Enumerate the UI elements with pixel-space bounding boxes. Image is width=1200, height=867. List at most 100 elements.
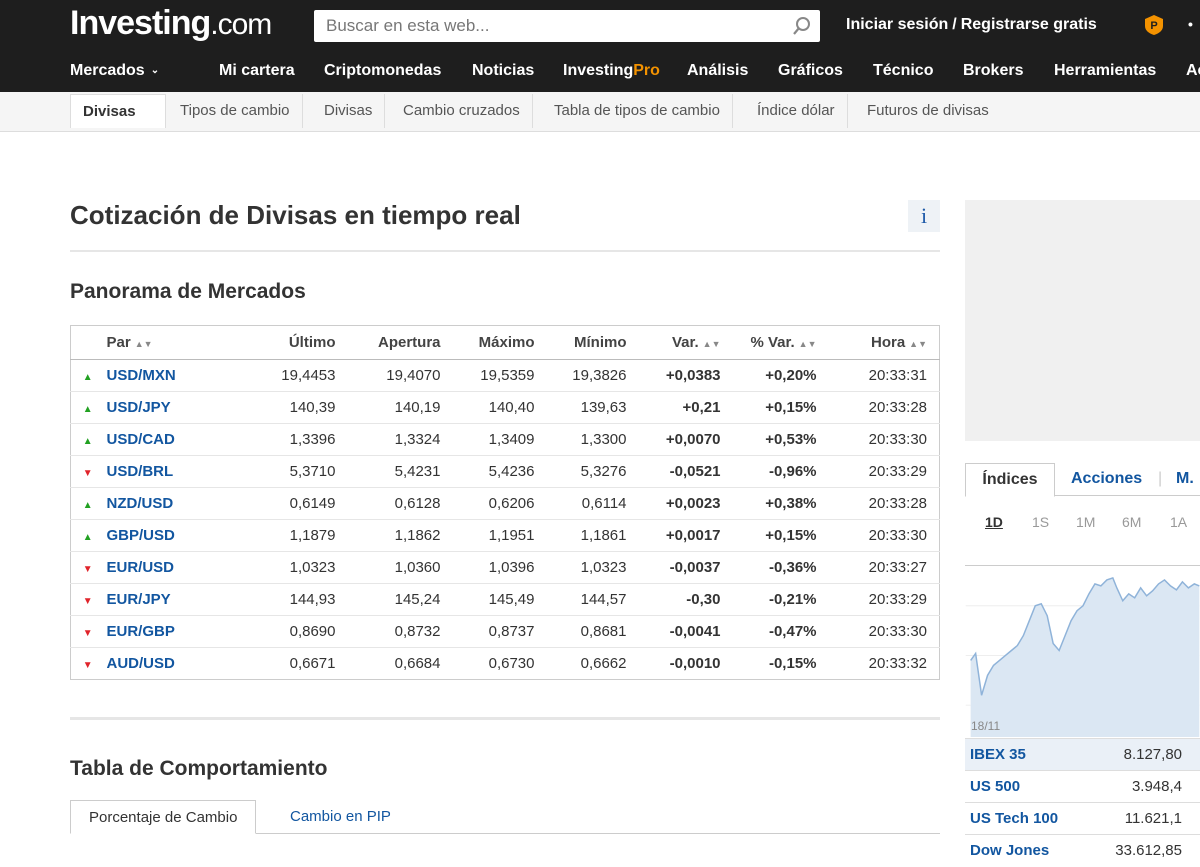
pair-link[interactable]: EUR/USD (107, 559, 175, 576)
tab-more[interactable]: M. (1176, 463, 1194, 497)
pair-link[interactable]: EUR/GBP (107, 623, 175, 640)
pair-link[interactable]: USD/BRL (107, 463, 174, 480)
last-cell: 140,39 (214, 391, 348, 424)
period-6m[interactable]: 6M (1122, 514, 1141, 530)
index-value-cell: 3.948,4 (1088, 770, 1200, 803)
col-header-pct-var[interactable]: % Var. ▲▼ (732, 325, 829, 360)
index-name-cell: US Tech 100 (965, 802, 1089, 835)
high-cell: 0,6206 (452, 487, 547, 520)
pct-change-cell: +0,38% (732, 487, 829, 520)
nav-brokers[interactable]: Brokers (963, 62, 1023, 80)
sub-nav: Divisas Tipos de cambio Divisas Cambio c… (0, 92, 1200, 132)
nav-mercados[interactable]: Mercados ⌄ (70, 62, 159, 80)
table-row: ▼ EUR/JPY 144,93 145,24 145,49 144,57 -0,30 -0,… (70, 583, 940, 616)
investing-logo[interactable]: Investing.com (70, 4, 272, 43)
period-1a[interactable]: 1A (1170, 514, 1187, 530)
nav-academia[interactable]: Ac (1186, 62, 1200, 80)
index-name-cell: US 500 (965, 770, 1089, 803)
open-cell: 19,4070 (347, 359, 453, 392)
time-cell: 20:33:31 (828, 359, 940, 392)
period-1d[interactable]: 1D (985, 514, 1003, 530)
change-cell: -0,0037 (638, 551, 733, 584)
low-cell: 5,3276 (546, 455, 639, 488)
divider (70, 250, 940, 252)
arrow-up-icon: ▲ (82, 532, 93, 543)
index-link[interactable]: US Tech 100 (970, 810, 1058, 827)
trend-cell: ▲ (70, 423, 105, 456)
time-cell: 20:33:27 (828, 551, 940, 584)
high-cell: 1,1951 (452, 519, 547, 552)
pro-badge-icon[interactable]: P (1144, 14, 1164, 36)
nav-noticias[interactable]: Noticias (472, 62, 534, 80)
pct-change-cell: -0,21% (732, 583, 829, 616)
nav-graficos[interactable]: Gráficos (778, 62, 843, 80)
pair-link[interactable]: USD/JPY (107, 399, 171, 416)
subnav-divisas-active[interactable]: Divisas (70, 94, 166, 128)
trend-cell: ▲ (70, 359, 105, 392)
table-row: ▲ USD/JPY 140,39 140,19 140,40 139,63 +0,21 +0,… (70, 391, 940, 424)
arrow-down-icon: ▼ (82, 660, 93, 671)
pair-cell: EUR/GBP (104, 615, 215, 648)
subnav-indice-dolar[interactable]: Índice dólar (745, 94, 848, 128)
tab-porcentaje-cambio[interactable]: Porcentaje de Cambio (70, 800, 257, 834)
search-icon[interactable] (792, 16, 812, 36)
nav-mi-cartera[interactable]: Mi cartera (219, 62, 295, 80)
table-row: ▼ EUR/GBP 0,8690 0,8732 0,8737 0,8681 -0,0041-… (70, 615, 940, 648)
col-header-var[interactable]: Var. ▲▼ (638, 325, 733, 360)
col-header-ultimo: Último (214, 325, 348, 360)
register-link[interactable]: Registrarse gratis (961, 16, 1097, 33)
list-item: IBEX 35 8.127,80 (965, 738, 1200, 771)
nav-tecnico[interactable]: Técnico (873, 62, 933, 80)
more-icon[interactable]: • (1188, 16, 1193, 32)
last-cell: 144,93 (214, 583, 348, 616)
subnav-futuros-divisas[interactable]: Futuros de divisas (855, 94, 1001, 128)
col-header-par[interactable]: Par ▲▼ (104, 325, 215, 360)
time-cell: 20:33:28 (828, 391, 940, 424)
period-1m[interactable]: 1M (1076, 514, 1095, 530)
pct-change-cell: -0,15% (768, 655, 817, 672)
subnav-cambio-cruzados[interactable]: Cambio cruzados (391, 94, 533, 128)
low-cell: 139,63 (546, 391, 639, 424)
pair-link[interactable]: USD/MXN (107, 367, 176, 384)
open-cell: 0,6128 (347, 487, 453, 520)
open-cell: 1,1862 (347, 519, 453, 552)
chart-date-label: 18/11 (971, 719, 1001, 733)
subnav-tipos-de-cambio[interactable]: Tipos de cambio (168, 94, 303, 128)
pair-link[interactable]: USD/CAD (107, 431, 175, 448)
nav-investingpro[interactable]: InvestingPro (563, 62, 660, 80)
index-link[interactable]: US 500 (970, 778, 1020, 795)
tab-indices[interactable]: Índices (965, 463, 1055, 497)
open-cell: 0,8732 (347, 615, 453, 648)
period-1s[interactable]: 1S (1032, 514, 1049, 530)
table-row: ▲ NZD/USD 0,6149 0,6128 0,6206 0,6114 +0,0023 +… (70, 487, 940, 520)
pair-link[interactable]: GBP/USD (107, 527, 175, 544)
subnav-tabla-tipos-cambio[interactable]: Tabla de tipos de cambio (542, 94, 733, 128)
info-icon[interactable]: i (908, 200, 940, 232)
tab-cambio-pip[interactable]: Cambio en PIP (272, 800, 409, 834)
change-cell: -0,30 (638, 583, 733, 616)
arrow-column-header (70, 325, 105, 360)
pct-change-cell: +0,15% (732, 519, 829, 552)
col-header-hora[interactable]: Hora ▲▼ (828, 325, 940, 360)
section-title-performance: Tabla de Comportamiento (70, 757, 328, 780)
login-link[interactable]: Iniciar sesión (846, 16, 948, 33)
pair-link[interactable]: AUD/USD (107, 655, 175, 672)
arrow-up-icon: ▲ (82, 372, 93, 383)
col-header-maximo: Máximo (452, 325, 547, 360)
low-cell: 1,0323 (546, 551, 639, 584)
nav-criptomonedas[interactable]: Criptomonedas (324, 62, 441, 80)
pair-link[interactable]: NZD/USD (107, 495, 174, 512)
main-nav: Mercados ⌄ Mi cartera Criptomonedas Notic… (0, 58, 1200, 92)
tab-acciones[interactable]: Acciones (1071, 463, 1142, 497)
search-input[interactable] (314, 10, 774, 42)
subnav-divisas[interactable]: Divisas (312, 94, 386, 128)
pair-cell: USD/BRL (104, 455, 215, 488)
pair-cell: AUD/USD (105, 648, 215, 680)
index-link[interactable]: IBEX 35 (970, 746, 1026, 763)
page-title: Cotización de Divisas en tiempo real (70, 200, 521, 230)
nav-herramientas[interactable]: Herramientas (1054, 62, 1156, 80)
pair-link[interactable]: EUR/JPY (107, 591, 171, 608)
col-header-minimo: Mínimo (546, 325, 639, 360)
nav-analisis[interactable]: Análisis (687, 62, 748, 80)
change-cell: +0,0017 (638, 519, 733, 552)
